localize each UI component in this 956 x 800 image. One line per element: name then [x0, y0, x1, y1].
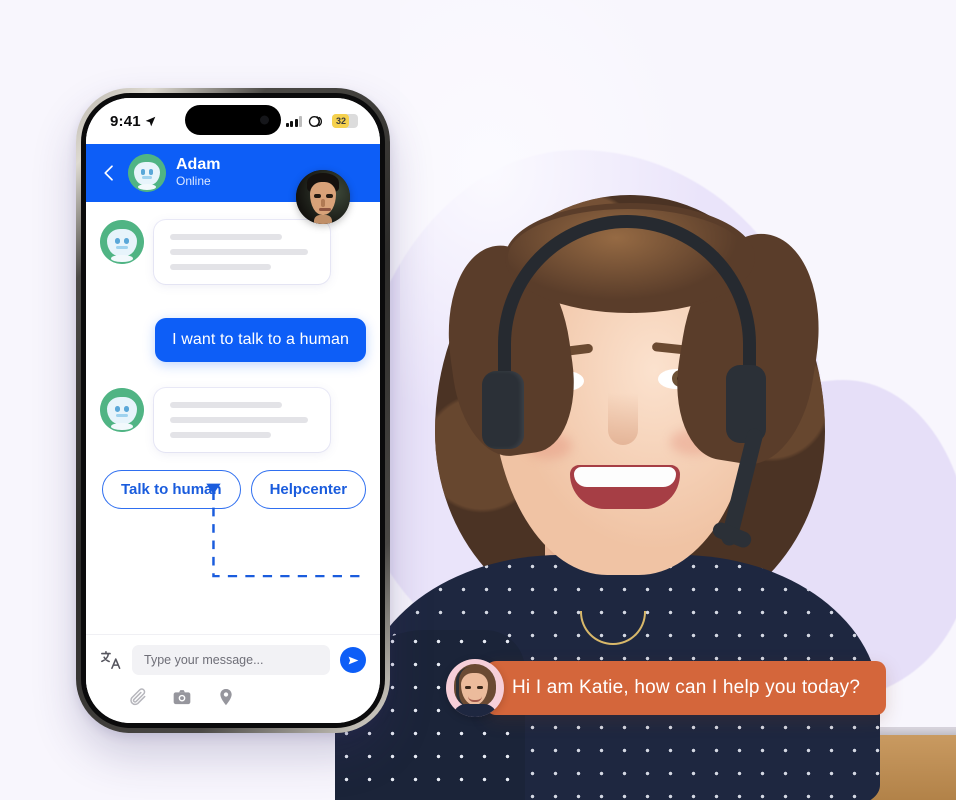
message-row-user: I want to talk to a human [100, 318, 366, 362]
dynamic-island [185, 105, 281, 135]
skeleton-line [170, 432, 271, 438]
chat-contact-name: Adam [176, 156, 221, 173]
battery-indicator: 32 [332, 114, 358, 128]
bot-avatar-icon [100, 388, 144, 432]
user-avatar-mouth [318, 207, 331, 211]
bot-avatar-face [107, 396, 137, 425]
katie-eye-right [477, 685, 484, 689]
agent-tooltip: Hi I am Katie, how can I help you today? [446, 659, 887, 717]
message-input-row [100, 645, 366, 675]
back-chevron-icon[interactable] [100, 164, 118, 182]
user-message-bubble: I want to talk to a human [155, 318, 366, 362]
user-avatar-photo [296, 170, 350, 224]
user-avatar-neck [314, 215, 332, 224]
bot-avatar-eye-left [140, 169, 146, 175]
katie-body [452, 704, 498, 717]
headset-earcup-left [482, 371, 524, 449]
katie-agent-avatar [446, 659, 504, 717]
status-bar-indicators: 32 [285, 114, 358, 128]
quick-reply-group: Talk to human Helpcenter [100, 470, 367, 509]
status-bar-clock: 9:41 [110, 113, 156, 130]
camera-icon[interactable] [172, 687, 192, 707]
bot-avatar-eye-left [114, 405, 121, 412]
message-input[interactable] [132, 645, 330, 675]
chat-header-text: Adam Online [176, 156, 220, 190]
skeleton-line [170, 234, 283, 240]
user-avatar-eye-left [313, 193, 321, 198]
location-arrow-icon [145, 116, 156, 126]
bot-avatar-eye-right [123, 237, 130, 244]
location-pin-icon[interactable] [216, 687, 236, 707]
skeleton-line [170, 417, 309, 423]
bot-avatar-eye-right [148, 169, 154, 175]
page-canvas: 9:41 32 Adam Online I want to talk to a … [0, 0, 956, 800]
bot-avatar-face [107, 228, 137, 257]
translate-icon[interactable] [100, 649, 122, 671]
bot-avatar-mouth [116, 413, 128, 418]
message-input-area [86, 634, 380, 723]
quick-reply-talk-to-human[interactable]: Talk to human [102, 470, 241, 509]
link-rings-icon [308, 115, 323, 127]
send-button[interactable] [340, 647, 366, 673]
quick-reply-helpcenter[interactable]: Helpcenter [250, 470, 367, 509]
cellular-signal-icon [285, 115, 302, 127]
katie-headset-icon [456, 667, 474, 708]
skeleton-message-card [154, 388, 330, 452]
attachment-toolbar [100, 675, 366, 707]
bot-avatar-mouth [142, 176, 152, 180]
battery-percent: 32 [336, 116, 347, 126]
user-avatar-nose [320, 199, 325, 208]
message-row-bot-2 [100, 388, 366, 452]
paperclip-icon[interactable] [128, 687, 148, 707]
chat-contact-status: Online [176, 174, 211, 189]
bot-avatar-face [134, 161, 160, 186]
chat-header-bot-avatar [128, 154, 166, 192]
chat-message-list: I want to talk to a human Talk to human … [86, 202, 380, 634]
send-plane-icon [348, 656, 358, 664]
status-bar: 9:41 32 [86, 98, 380, 144]
skeleton-line [170, 264, 271, 270]
skeleton-line [170, 402, 283, 408]
bot-avatar-icon [100, 220, 144, 264]
message-row-bot-1 [100, 220, 366, 284]
skeleton-message-card [154, 220, 330, 284]
skeleton-line [170, 249, 309, 255]
bot-avatar-eye-left [114, 237, 121, 244]
clock-text: 9:41 [110, 112, 141, 130]
bot-avatar-mouth [116, 245, 128, 250]
agent-teeth [574, 467, 676, 487]
user-avatar-eye-right [325, 193, 333, 198]
bot-avatar-eye-right [123, 405, 130, 412]
agent-greeting-message: Hi I am Katie, how can I help you today? [486, 661, 887, 715]
